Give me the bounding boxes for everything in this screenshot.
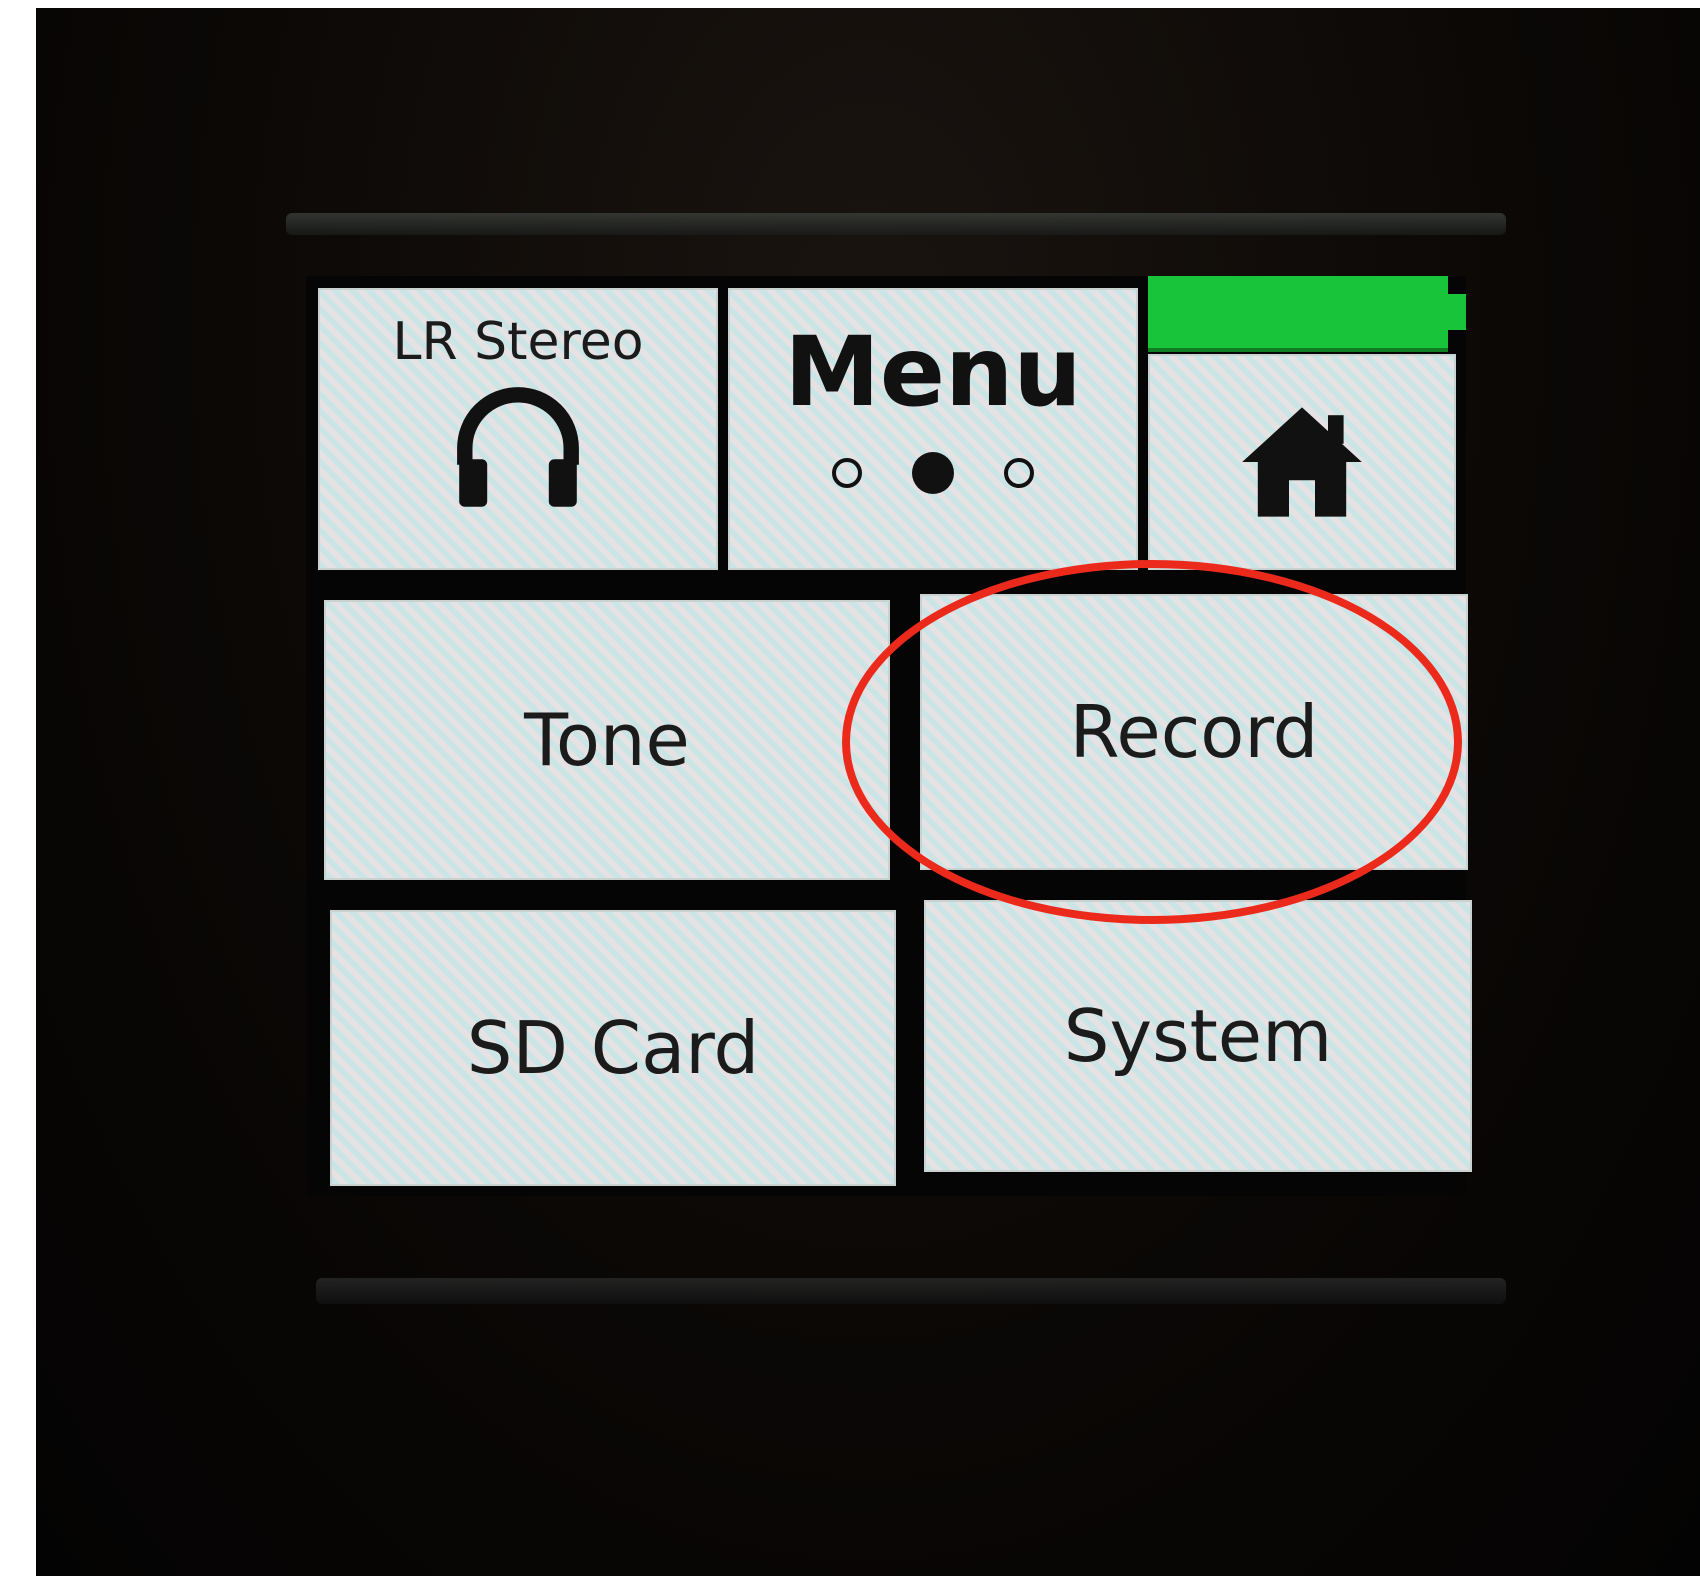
page-dot-active [912, 452, 954, 494]
tone-button[interactable]: Tone [324, 600, 890, 880]
menu-title-panel: Menu [728, 288, 1138, 570]
system-button[interactable]: System [924, 900, 1472, 1172]
tone-label: Tone [524, 698, 690, 782]
record-button[interactable]: Record [920, 594, 1468, 870]
page-dot [1004, 458, 1034, 488]
battery-indicator [1148, 276, 1448, 352]
home-button[interactable] [1148, 354, 1456, 570]
system-label: System [1063, 994, 1333, 1078]
device-screen: LR Stereo Menu Tone Record SD Card Syste… [306, 276, 1472, 1196]
home-icon [1242, 407, 1362, 517]
page-indicator [832, 452, 1034, 494]
page-dot [832, 458, 862, 488]
sd-card-label: SD Card [466, 1006, 760, 1090]
headphones-icon [457, 387, 579, 507]
monitor-mode-label: LR Stereo [392, 312, 644, 372]
device-photo: LR Stereo Menu Tone Record SD Card Syste… [36, 8, 1700, 1576]
bezel-bottom [316, 1278, 1506, 1304]
battery-tip [1448, 294, 1466, 330]
bezel-top [286, 213, 1506, 235]
sd-card-button[interactable]: SD Card [330, 910, 896, 1186]
record-label: Record [1069, 690, 1319, 774]
menu-title: Menu [784, 316, 1082, 428]
monitor-mode-button[interactable]: LR Stereo [318, 288, 718, 570]
